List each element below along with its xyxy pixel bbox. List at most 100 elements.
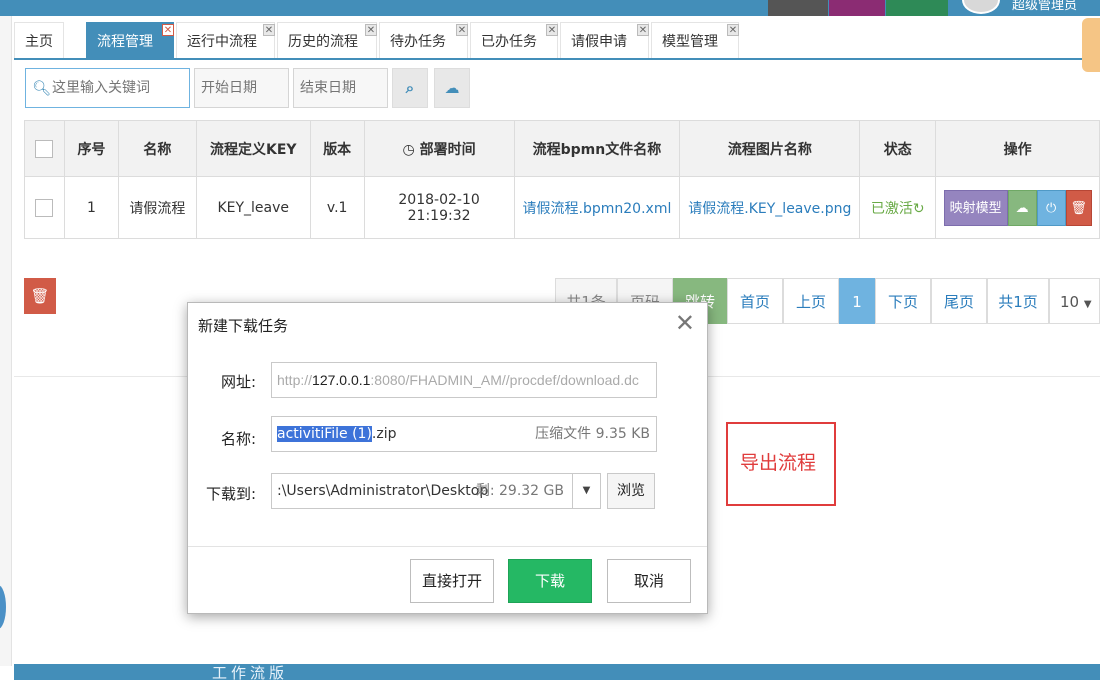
- select-all-cell: [25, 121, 65, 177]
- open-directly-button[interactable]: 直接打开: [410, 559, 494, 603]
- chevron-down-icon[interactable]: ▼: [572, 474, 600, 508]
- close-icon[interactable]: ✕: [365, 24, 377, 36]
- top-navbar: 超级管理员: [0, 0, 1100, 16]
- trash-icon: 🗑︎: [1070, 201, 1087, 216]
- tab-underline: [14, 58, 1100, 60]
- footer-bar: 工作流版: [14, 664, 1100, 680]
- cell-index: 1: [64, 177, 118, 239]
- col-name: 名称: [118, 121, 196, 177]
- tab-process-manage[interactable]: 流程管理✕: [86, 22, 174, 58]
- navbar-block-purple[interactable]: [829, 0, 885, 16]
- suspend-button[interactable]: ⏻: [1037, 190, 1066, 226]
- sidebar-edge: [0, 16, 12, 666]
- annotation-box: 导出流程: [726, 422, 836, 506]
- file-meta: 压缩文件 9.35 KB: [535, 417, 650, 451]
- pager-prev[interactable]: 上页: [783, 278, 839, 324]
- tab-home[interactable]: 主页: [14, 22, 64, 58]
- end-date-field[interactable]: [293, 68, 388, 108]
- cloud-upload-icon: ☁: [445, 79, 460, 97]
- tab-label: 运行中流程: [187, 34, 257, 50]
- search-box: 🔍︎: [25, 68, 190, 108]
- download-confirm-button[interactable]: 下载: [508, 559, 592, 603]
- navbar-block-green[interactable]: [886, 0, 948, 16]
- col-actions: 操作: [936, 121, 1100, 177]
- row-select-cell: [25, 177, 65, 239]
- close-icon[interactable]: ✕: [727, 24, 739, 36]
- tab-history-process[interactable]: 历史的流程 ✕: [277, 22, 377, 58]
- search-icon: ⌕: [406, 79, 414, 97]
- browse-button[interactable]: 浏览: [607, 473, 655, 509]
- cancel-button[interactable]: 取消: [607, 559, 691, 603]
- save-path-field[interactable]: :\Users\Administrator\Desktop 剩: 29.32 G…: [271, 473, 601, 509]
- settings-handle[interactable]: [1082, 18, 1100, 72]
- cell-deploy-time: 2018-02-10 21:19:32: [364, 177, 514, 239]
- close-icon[interactable]: ✕: [162, 24, 174, 36]
- refresh-icon[interactable]: ↻: [913, 201, 925, 217]
- pager-first[interactable]: 首页: [727, 278, 783, 324]
- cell-name: 请假流程: [118, 177, 196, 239]
- cell-version: v.1: [310, 177, 364, 239]
- filename-field[interactable]: activitiFile (1).zip 压缩文件 9.35 KB: [271, 416, 657, 452]
- page-size-select[interactable]: 10 ▼: [1049, 278, 1100, 324]
- pager-next[interactable]: 下页: [875, 278, 931, 324]
- pager-current[interactable]: 1: [839, 278, 875, 324]
- cell-status: 已激活↻: [860, 177, 936, 239]
- tab-label: 主页: [25, 34, 53, 50]
- power-icon: ⏻: [1046, 201, 1056, 216]
- dialog-title: 新建下载任务: [198, 315, 288, 336]
- tab-model-manage[interactable]: 模型管理✕: [651, 22, 739, 58]
- download-button[interactable]: ☁: [1008, 190, 1037, 226]
- page-size-value: 10: [1060, 293, 1079, 311]
- export-button[interactable]: ☁: [434, 68, 470, 108]
- username[interactable]: 超级管理员: [1012, 0, 1077, 13]
- cell-key: KEY_leave: [196, 177, 310, 239]
- tab-done-tasks[interactable]: 已办任务 ✕: [470, 22, 558, 58]
- close-icon[interactable]: ✕: [637, 24, 649, 36]
- tab-label: 历史的流程: [288, 34, 358, 50]
- bpmn-file-link[interactable]: 请假流程.bpmn20.xml: [523, 201, 672, 217]
- batch-delete-button[interactable]: 🗑︎: [24, 278, 56, 314]
- cell-image-file: 请假流程.KEY_leave.png: [680, 177, 860, 239]
- col-version: 版本: [310, 121, 364, 177]
- process-table: 序号 名称 流程定义KEY 版本 ◷ 部署时间 流程bpmn文件名称 流程图片名…: [24, 120, 1100, 239]
- navbar-block-dark[interactable]: [768, 0, 828, 16]
- close-icon[interactable]: ✕: [546, 24, 558, 36]
- select-all-checkbox[interactable]: [35, 140, 53, 158]
- name-label: 名称:: [221, 428, 256, 449]
- table-header-row: 序号 名称 流程定义KEY 版本 ◷ 部署时间 流程bpmn文件名称 流程图片名…: [25, 121, 1100, 177]
- close-icon[interactable]: ✕: [263, 24, 275, 36]
- tab-leave-request[interactable]: 请假申请 ✕: [560, 22, 649, 58]
- tab-label: 待办任务: [390, 34, 446, 50]
- close-icon[interactable]: ✕: [675, 309, 695, 337]
- col-index: 序号: [64, 121, 118, 177]
- avatar[interactable]: [962, 0, 1000, 14]
- image-file-link[interactable]: 请假流程.KEY_leave.png: [688, 201, 851, 217]
- status-badge[interactable]: 已激活: [871, 201, 913, 217]
- delete-button[interactable]: 🗑︎: [1066, 190, 1092, 226]
- trash-icon: 🗑︎: [30, 287, 49, 305]
- cloud-download-icon: ☁: [1016, 201, 1029, 216]
- chevron-down-icon: ▼: [1084, 299, 1092, 310]
- search-icon: 🔍︎: [32, 79, 51, 97]
- search-button[interactable]: ⌕: [392, 68, 428, 108]
- close-icon[interactable]: ✕: [456, 24, 468, 36]
- path-label: 下载到:: [206, 483, 256, 504]
- col-deploy-time: ◷ 部署时间: [364, 121, 514, 177]
- tab-running-process[interactable]: 运行中流程 ✕: [176, 22, 275, 58]
- start-date-field[interactable]: [194, 68, 289, 108]
- tab-label: 已办任务: [481, 34, 537, 50]
- start-date-input[interactable]: [195, 69, 288, 107]
- filename-selected: activitiFile (1): [277, 426, 372, 442]
- end-date-input[interactable]: [294, 69, 387, 107]
- map-model-button[interactable]: 映射模型: [944, 190, 1008, 226]
- pager-last[interactable]: 尾页: [931, 278, 987, 324]
- row-checkbox[interactable]: [35, 199, 53, 217]
- search-input[interactable]: [52, 77, 187, 99]
- col-bpmn-file: 流程bpmn文件名称: [514, 121, 680, 177]
- url-field[interactable]: http://127.0.0.1:8080/FHADMIN_AM//procde…: [271, 362, 657, 398]
- footer-text: 工作流版: [212, 664, 288, 680]
- annotation-text: 导出流程: [740, 452, 816, 474]
- tab-label: 请假申请: [571, 34, 627, 50]
- url-path: :8080/FHADMIN_AM//procdef/download.dc: [370, 372, 638, 388]
- tab-todo-tasks[interactable]: 待办任务 ✕: [379, 22, 468, 58]
